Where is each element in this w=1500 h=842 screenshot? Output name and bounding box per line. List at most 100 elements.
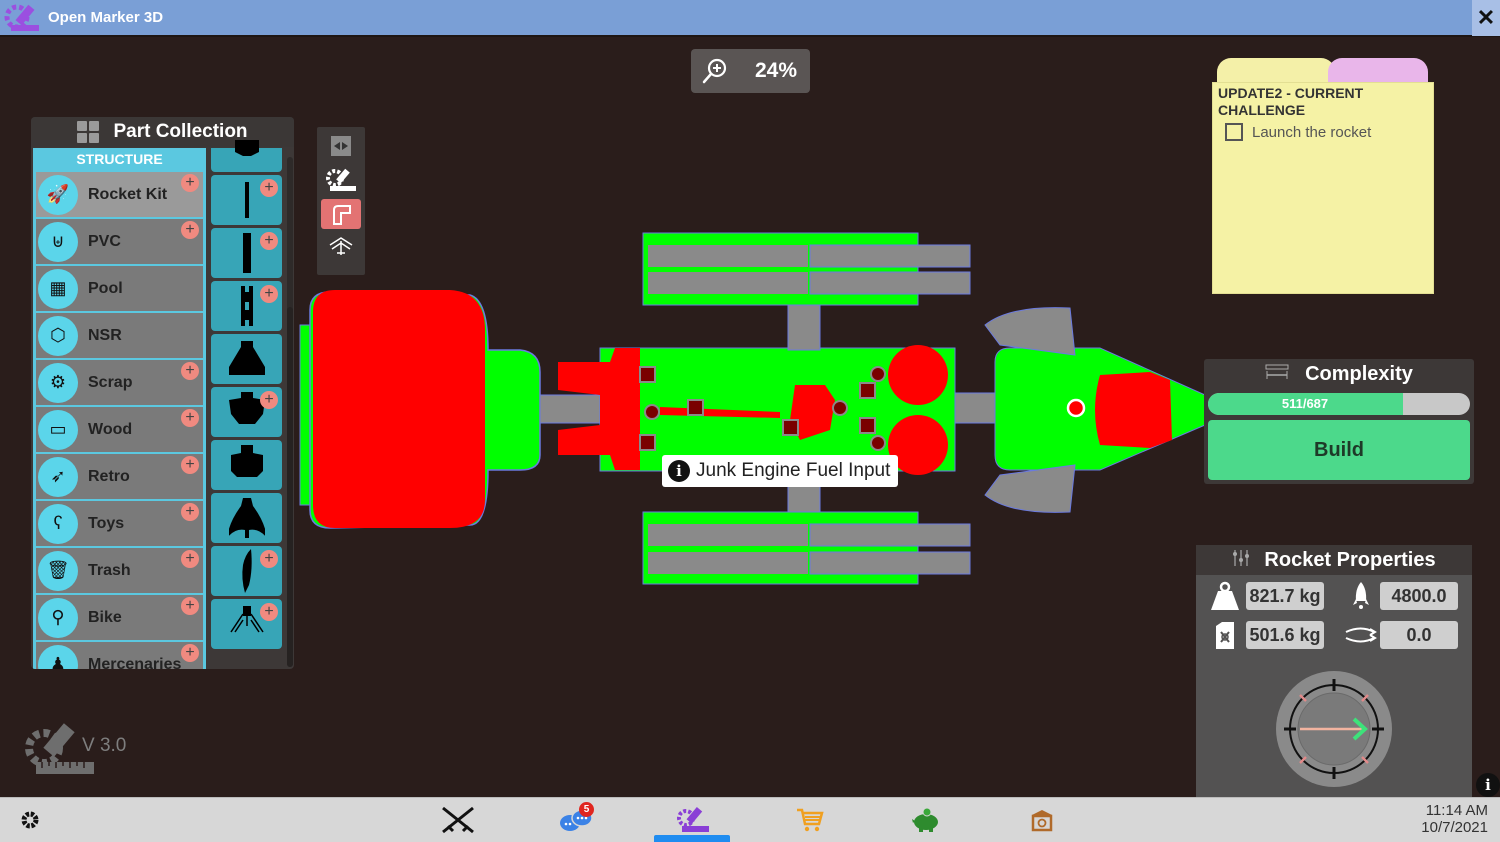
add-icon[interactable]: + — [181, 221, 199, 239]
add-icon[interactable]: + — [260, 603, 278, 621]
nose-adapter-part-tile[interactable] — [211, 140, 282, 172]
add-icon[interactable]: + — [181, 362, 199, 380]
category-label: Mercenaries — [88, 655, 182, 670]
add-icon[interactable]: + — [181, 597, 199, 615]
scrollbar-thumb[interactable] — [287, 307, 293, 667]
add-icon[interactable]: + — [260, 179, 278, 197]
landing-legs-part-tile[interactable]: + — [211, 599, 282, 649]
coupler-part-icon — [240, 286, 253, 326]
category-item-toys[interactable]: ʕ Toys + — [36, 501, 203, 546]
category-label: Pool — [88, 279, 123, 297]
cone-adapter-part-tile[interactable] — [211, 334, 282, 384]
thick-tube-part-tile[interactable]: + — [211, 228, 282, 278]
bottom-booster-part[interactable] — [642, 469, 971, 585]
direction-dial[interactable] — [1274, 669, 1394, 789]
mass-row: 821.7 kg — [1208, 580, 1324, 612]
rocket-thrust-icon — [1344, 580, 1378, 612]
category-item-nsr[interactable]: ⬡ NSR — [36, 313, 203, 358]
part-collection-title: Part Collection — [113, 121, 248, 142]
build-button[interactable]: Build — [1208, 420, 1470, 480]
pool-icon: ▦ — [38, 268, 78, 309]
category-list: STRUCTURE 🚀 Rocket Kit + ⊎ PVC + ▦ Pool ⬡ NSR ⚙ Scr… — [33, 148, 206, 669]
nose-section-part[interactable] — [984, 307, 1206, 513]
side-fin-part-tile[interactable]: + — [211, 546, 282, 596]
add-icon[interactable]: + — [260, 391, 278, 409]
category-item-pool[interactable]: ▦ Pool — [36, 266, 203, 311]
cart-icon — [797, 808, 824, 832]
build-settings-tool-button[interactable] — [321, 165, 361, 195]
taskbar-battle[interactable] — [438, 804, 478, 836]
clock: 11:14 AM 10/7/2021 — [1421, 802, 1488, 836]
flip-icon — [331, 136, 351, 156]
clock-time: 11:14 AM — [1425, 802, 1488, 819]
add-icon[interactable]: + — [181, 550, 199, 568]
taskbar-shop[interactable] — [790, 804, 830, 836]
thrust-value: 4800.0 — [1380, 582, 1458, 610]
taskbar-savings[interactable] — [906, 804, 946, 836]
taskbar-builder[interactable] — [672, 804, 712, 836]
add-icon[interactable]: + — [260, 285, 278, 303]
info-icon: i — [668, 460, 690, 482]
teddy-bear-icon: ʕ — [38, 503, 78, 544]
add-icon[interactable]: + — [260, 550, 278, 568]
zoom-in-icon — [691, 57, 739, 85]
category-item-bike[interactable]: ⚲ Bike + — [36, 595, 203, 640]
skirt-fin-part-tile[interactable] — [211, 493, 282, 543]
app-window: Open Marker 3D ✕ 24% Part Collection STR… — [0, 0, 1500, 842]
gear-icon — [21, 811, 39, 829]
top-booster-part[interactable] — [642, 232, 971, 351]
add-icon[interactable]: + — [181, 503, 199, 521]
note-tab-current[interactable] — [1217, 58, 1335, 84]
retro-rocket-icon: ➶ — [38, 456, 78, 497]
category-item-wood[interactable]: ▭ Wood + — [36, 407, 203, 452]
bicycle-icon: ⚲ — [38, 597, 78, 638]
close-button[interactable]: ✕ — [1472, 0, 1500, 36]
tooltip-text: Junk Engine Fuel Input — [696, 460, 891, 481]
rocket-properties-header: Rocket Properties — [1196, 545, 1472, 575]
thin-tube-part-tile[interactable]: + — [211, 175, 282, 225]
engine-connector-part[interactable] — [539, 394, 606, 424]
add-icon[interactable]: + — [181, 174, 199, 192]
complexity-progress-label: 511/687 — [1281, 396, 1329, 411]
settings-button[interactable] — [10, 804, 50, 836]
category-label: Bike — [88, 608, 122, 626]
add-icon[interactable]: + — [181, 644, 199, 662]
version-label: V 3.0 — [82, 735, 127, 756]
zoom-indicator[interactable]: 24% — [691, 49, 810, 93]
info-button[interactable]: i — [1476, 773, 1500, 797]
category-label: Trash — [88, 561, 131, 579]
category-label: Retro — [88, 467, 130, 485]
clock-date: 10/7/2021 — [1421, 819, 1488, 836]
chat-badge: 5 — [579, 802, 594, 817]
category-item-retro[interactable]: ➶ Retro + — [36, 454, 203, 499]
category-item-rocket-kit[interactable]: 🚀 Rocket Kit + — [36, 172, 203, 217]
category-item-scrap[interactable]: ⚙ Scrap + — [36, 360, 203, 405]
part-list-scrollbar[interactable] — [287, 157, 293, 667]
crossed-swords-icon — [442, 806, 474, 834]
trash-can-icon: 🗑 — [38, 550, 78, 591]
rocket-build-canvas[interactable] — [295, 225, 1215, 595]
cone-adapter-part-icon — [228, 341, 265, 375]
flow-value: 0.0 — [1380, 621, 1458, 649]
category-label: Toys — [88, 514, 125, 532]
engine-bell-part-tile[interactable] — [211, 440, 282, 490]
flip-tool-button[interactable] — [321, 131, 361, 161]
add-icon[interactable]: + — [260, 232, 278, 250]
category-item-pvc[interactable]: ⊎ PVC + — [36, 219, 203, 264]
bulb-adapter-part-tile[interactable]: + — [211, 387, 282, 437]
flow-row: 0.0 — [1344, 619, 1458, 651]
add-icon[interactable]: + — [181, 456, 199, 474]
taskbar-museum[interactable] — [1022, 804, 1062, 836]
category-item-mercenaries[interactable]: ♟ Mercenaries + — [36, 642, 203, 669]
task-checkbox[interactable] — [1225, 123, 1243, 141]
note-tab-other[interactable] — [1328, 58, 1428, 84]
taskbar-chat[interactable]: 5 — [556, 802, 596, 836]
fuel-tank-part[interactable] — [299, 290, 541, 529]
window-title: Open Marker 3D — [48, 9, 164, 26]
category-item-trash[interactable]: 🗑 Trash + — [36, 548, 203, 593]
coupler-part-tile[interactable]: + — [211, 281, 282, 331]
builder-icon — [677, 806, 709, 832]
category-label: NSR — [88, 326, 122, 344]
add-icon[interactable]: + — [181, 409, 199, 427]
zoom-level: 24% — [755, 59, 798, 82]
